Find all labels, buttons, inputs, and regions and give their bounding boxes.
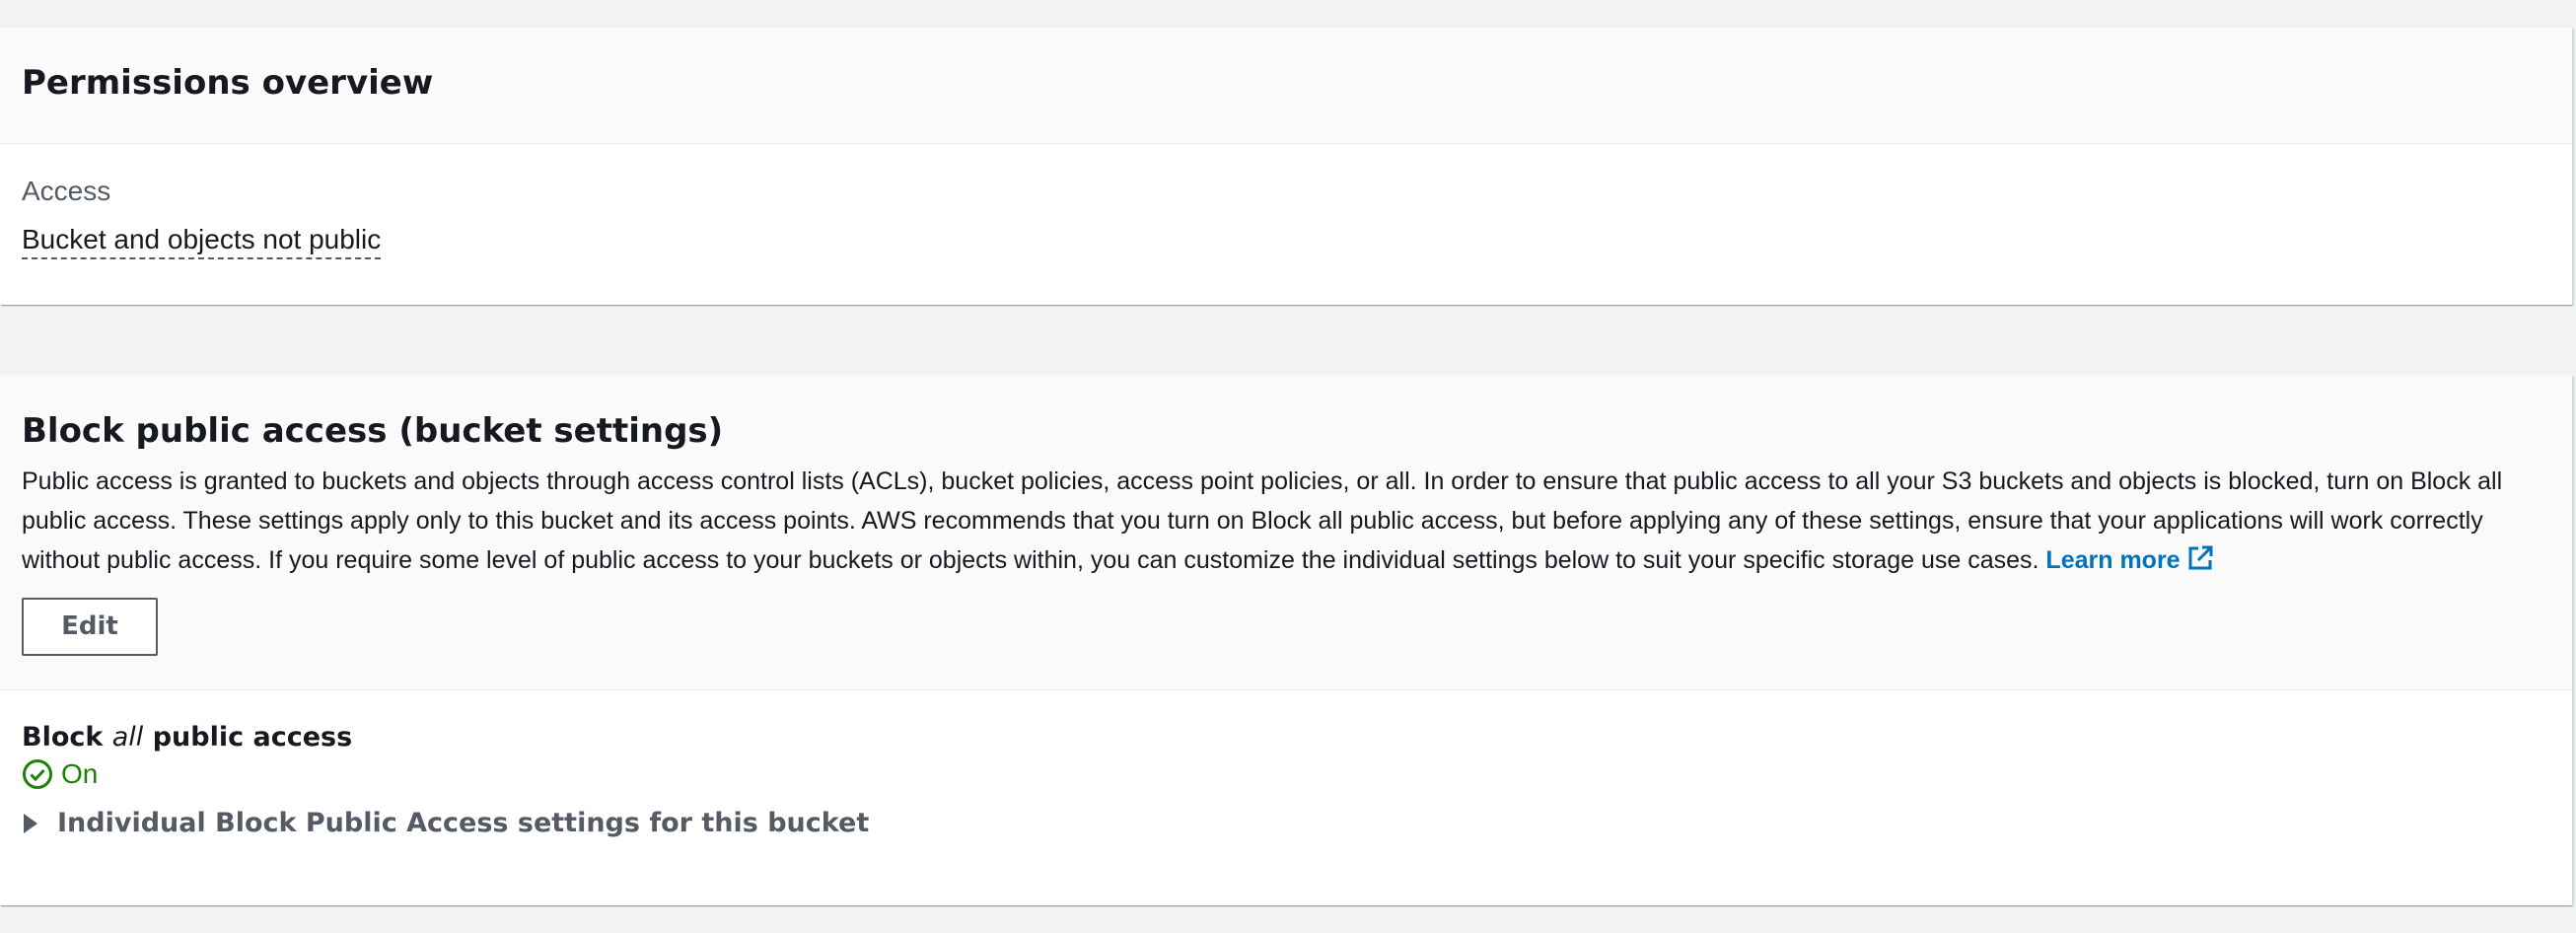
setting-title-suffix: public access [143, 722, 353, 753]
block-public-access-panel: Block public access (bucket settings) Pu… [0, 376, 2573, 905]
individual-settings-expander[interactable]: Individual Block Public Access settings … [22, 808, 2550, 838]
block-public-access-title: Block public access (bucket settings) [22, 411, 724, 451]
external-link-icon [2186, 544, 2214, 584]
caret-right-icon [22, 813, 39, 834]
setting-title-emphasis: all [111, 722, 144, 753]
expander-label: Individual Block Public Access settings … [57, 808, 870, 838]
permissions-overview-title: Permissions overview [22, 63, 434, 103]
setting-title-prefix: Block [22, 722, 112, 753]
learn-more-label: Learn more [2045, 545, 2181, 574]
permissions-overview-header: Permissions overview [0, 28, 2572, 144]
status-indicator: On [22, 758, 2550, 790]
block-public-access-body: Block all public access On Individual Bl… [0, 690, 2572, 838]
check-circle-icon [22, 758, 53, 790]
page: Permissions overview Access Bucket and o… [0, 0, 2576, 933]
edit-button[interactable]: Edit [22, 597, 158, 656]
access-label: Access [22, 176, 111, 206]
status-text: On [61, 758, 99, 789]
block-all-public-access-title: Block all public access [22, 722, 2550, 753]
learn-more-link[interactable]: Learn more [2045, 545, 2213, 574]
block-public-access-description: Public access is granted to buckets and … [22, 462, 2527, 584]
permissions-overview-panel: Permissions overview Access Bucket and o… [0, 28, 2573, 305]
access-value-popover[interactable]: Bucket and objects not public [22, 223, 382, 259]
block-public-access-header: Block public access (bucket settings) Pu… [0, 376, 2572, 690]
permissions-overview-body: Access Bucket and objects not public [0, 144, 2572, 259]
